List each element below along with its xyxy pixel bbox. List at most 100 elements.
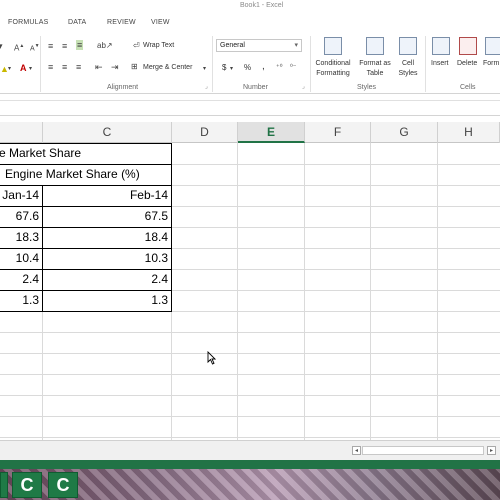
insert-cells-icon[interactable]	[432, 37, 450, 55]
wrap-text-icon[interactable]: ⏎	[133, 41, 140, 51]
tab-data[interactable]: DATA	[68, 19, 86, 26]
decrease-indent-icon[interactable]: ⇤	[95, 62, 103, 72]
align-top-icon[interactable]: ≡	[48, 41, 53, 51]
format-button[interactable]: Form	[483, 60, 499, 67]
font-size-dropdown[interactable]: ▾	[0, 41, 3, 51]
divider	[212, 36, 213, 92]
table-cell: 1.3	[22, 293, 39, 307]
scroll-track[interactable]	[362, 446, 484, 455]
ribbon: ▾ A▲ A▼ ▲ ▾ A ▾ ≡ ≡ ≡ ab↗ ⏎ Wrap Text ≡ …	[0, 32, 500, 94]
gridline	[0, 416, 500, 417]
increase-indent-icon[interactable]: ⇥	[111, 62, 119, 72]
delete-cells-icon[interactable]	[459, 37, 477, 55]
table-border	[42, 185, 43, 312]
horizontal-scrollbar[interactable]: ◂ ▸	[0, 440, 500, 460]
merge-center-icon[interactable]: ⊞	[131, 62, 138, 72]
mouse-pointer-icon	[207, 351, 216, 365]
worksheet-grid[interactable]: e Market Share Engine Market Share (%) J…	[0, 143, 500, 440]
format-cells-icon[interactable]	[485, 37, 500, 55]
cell-styles-icon[interactable]	[399, 37, 417, 55]
column-header-g[interactable]: G	[371, 122, 438, 143]
table-border	[0, 311, 172, 312]
merge-center-button[interactable]: Merge & Center	[143, 64, 192, 71]
wrap-text-button[interactable]: Wrap Text	[143, 42, 174, 49]
column-header-partial[interactable]	[0, 122, 43, 143]
table-cell: 2.4	[151, 272, 168, 286]
table-border	[0, 269, 172, 270]
table-title: e Market Share	[0, 146, 82, 160]
delete-button[interactable]: Delete	[457, 60, 477, 67]
number-launcher-icon[interactable]: ⌟	[302, 82, 305, 92]
align-bottom-icon[interactable]: ≡	[76, 40, 84, 50]
table-cell: 18.3	[15, 230, 39, 244]
taskbar-app-camtasia-2[interactable]: C	[48, 472, 78, 498]
format-as-table-label-1[interactable]: Format as	[356, 60, 394, 67]
gridline	[0, 395, 500, 396]
orientation-icon[interactable]: ab↗	[97, 41, 113, 51]
gridline	[0, 374, 500, 375]
ribbon-tab-bar: FORMULAS DATA REVIEW VIEW	[0, 15, 500, 32]
column-header-f[interactable]: F	[305, 122, 371, 143]
number-group-label: Number	[243, 84, 268, 91]
merge-dropdown-icon[interactable]: ▾	[203, 64, 206, 74]
align-left-icon[interactable]: ≡	[48, 62, 53, 72]
conditional-formatting-icon[interactable]	[324, 37, 342, 55]
taskbar-app-partial[interactable]	[0, 472, 8, 498]
alignment-launcher-icon[interactable]: ⌟	[205, 82, 208, 92]
insert-button[interactable]: Insert	[431, 60, 449, 67]
cells-group-label: Cells	[460, 84, 476, 91]
decrease-font-icon[interactable]: A▼	[30, 41, 40, 54]
table-border	[0, 143, 172, 144]
formula-bar[interactable]	[0, 94, 500, 116]
conditional-formatting-label-2[interactable]: Formatting	[310, 70, 356, 77]
column-header-d[interactable]: D	[172, 122, 238, 143]
table-cell: 2.4	[22, 272, 39, 286]
column-header-h[interactable]: H	[438, 122, 500, 143]
number-format-dropdown[interactable]: General ▾	[216, 39, 302, 52]
column-header-e[interactable]: E	[238, 122, 305, 143]
font-color-dropdown-icon[interactable]: ▾	[29, 64, 32, 74]
comma-button[interactable]: ,	[262, 61, 265, 72]
increase-decimal-icon[interactable]: ⁺⁰	[276, 63, 283, 73]
cell-styles-label-1[interactable]: Cell	[395, 60, 421, 67]
table-cell: 18.4	[144, 230, 168, 244]
tab-review[interactable]: REVIEW	[107, 19, 136, 26]
currency-dropdown-icon[interactable]: ▾	[230, 64, 233, 74]
fill-color-dropdown-icon[interactable]: ▾	[8, 64, 11, 74]
divider	[310, 36, 311, 92]
window-title: Book1 - Excel	[240, 2, 284, 9]
increase-font-icon[interactable]: A▲	[14, 41, 24, 54]
app-icon-label: C	[20, 475, 34, 495]
chevron-down-icon: ▾	[294, 42, 298, 49]
scroll-left-icon[interactable]: ◂	[352, 446, 361, 455]
table-cell: 1.3	[151, 293, 168, 307]
tab-view[interactable]: VIEW	[151, 19, 170, 26]
divider	[40, 36, 41, 92]
scroll-right-icon[interactable]: ▸	[487, 446, 496, 455]
align-middle-icon[interactable]: ≡	[62, 41, 67, 51]
column-header-c[interactable]: C	[43, 122, 172, 143]
decrease-decimal-icon[interactable]: ⁰⁻	[290, 63, 297, 73]
currency-button[interactable]: $	[222, 63, 226, 72]
status-bar	[0, 460, 500, 469]
font-color-icon[interactable]: A	[20, 63, 27, 73]
align-right-icon[interactable]: ≡	[76, 62, 81, 72]
tab-formulas[interactable]: FORMULAS	[8, 19, 49, 26]
gridline	[0, 353, 500, 354]
taskbar-app-camtasia-1[interactable]: C	[12, 472, 42, 498]
column-header-row: C D E F G H	[0, 122, 500, 143]
table-border	[0, 164, 172, 165]
table-border	[171, 143, 172, 312]
header-feb-14: Feb-14	[129, 188, 168, 202]
conditional-formatting-label-1[interactable]: Conditional	[313, 60, 353, 67]
table-cell: 10.4	[15, 251, 39, 265]
number-format-value: General	[220, 42, 245, 49]
table-border	[0, 248, 172, 249]
format-as-table-label-2[interactable]: Table	[356, 70, 394, 77]
formula-input[interactable]	[0, 100, 500, 113]
format-as-table-icon[interactable]	[366, 37, 384, 55]
percent-button[interactable]: %	[244, 63, 251, 72]
table-border	[0, 206, 172, 207]
cell-styles-label-2[interactable]: Styles	[393, 70, 423, 77]
align-center-icon[interactable]: ≡	[62, 62, 67, 72]
